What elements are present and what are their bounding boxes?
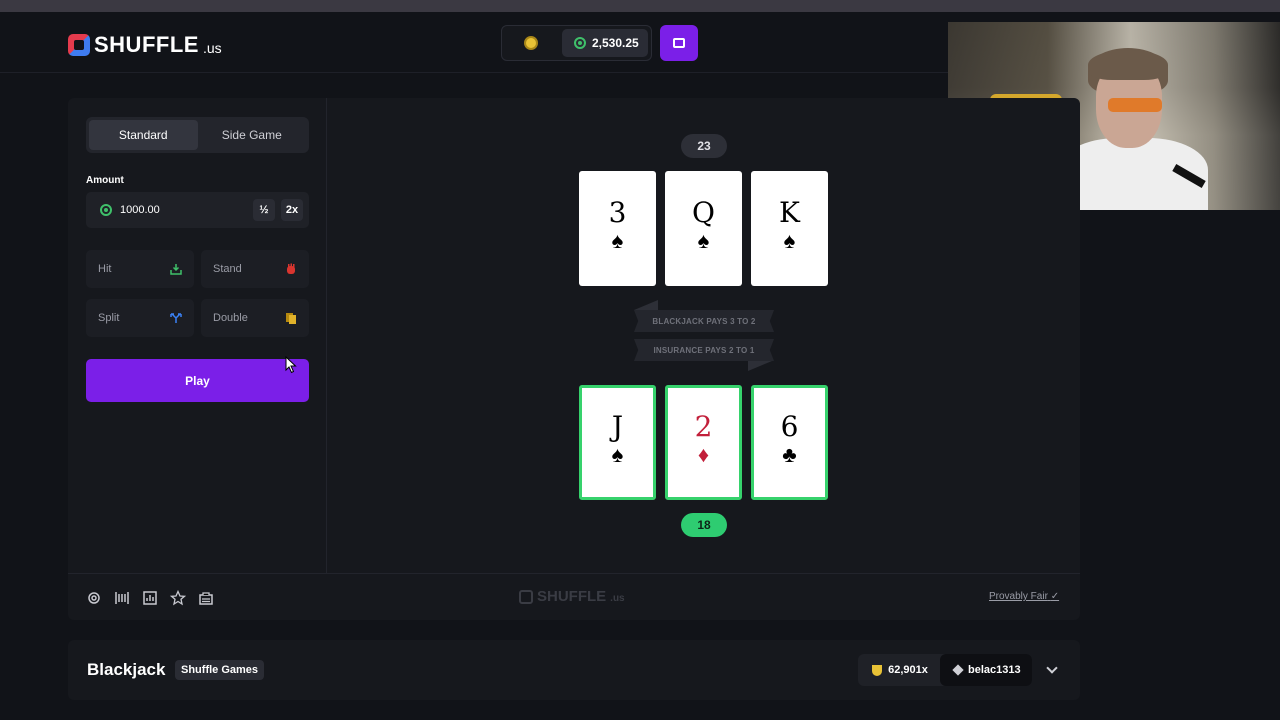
blackjack-pays-banner: BLACKJACK PAYS 3 TO 2	[634, 310, 774, 332]
banner-flag	[634, 300, 658, 310]
provably-fair-link[interactable]: Provably Fair ✓	[989, 591, 1059, 602]
game-toolbar: SHUFFLE .us Provably Fair ✓	[68, 573, 1080, 620]
hotkeys-icon[interactable]	[198, 590, 214, 606]
player-card: 6 ♣	[751, 385, 828, 500]
card-rank: J	[611, 410, 624, 443]
amount-field[interactable]: 1000.00 ½ 2x	[86, 192, 309, 228]
split-icon	[170, 313, 182, 323]
diamond-rank-icon	[952, 664, 964, 676]
player-card: 2 ♦	[665, 385, 742, 500]
footer-logo-text: SHUFFLE	[537, 588, 607, 605]
logo-suffix: .us	[202, 40, 222, 56]
blackjack-table: 23 3 ♠ Q ♠ K ♠ BLACKJACK PAYS 3 TO 2 INS…	[328, 98, 1080, 573]
green-coin-icon	[574, 37, 586, 49]
double-button[interactable]: Double	[201, 299, 309, 337]
card-rank: 2	[694, 410, 713, 443]
card-rank: 6	[780, 410, 799, 443]
chevron-down-icon[interactable]	[1046, 662, 1058, 674]
shuffle-logo-icon	[68, 34, 90, 56]
dealer-card: 3 ♠	[579, 171, 656, 286]
hit-icon	[170, 264, 182, 275]
provably-fair-label: Provably Fair	[989, 591, 1048, 602]
dealer-score: 23	[681, 134, 727, 158]
club-icon: ♣	[782, 442, 797, 467]
record-username: belac1313	[968, 664, 1021, 676]
banner-flag	[748, 361, 772, 371]
hit-label: Hit	[98, 263, 112, 275]
double-bet-button[interactable]: 2x	[281, 199, 303, 221]
settings-gear-icon[interactable]	[86, 590, 102, 606]
player-card: J ♠	[579, 385, 656, 500]
mode-tabs: Standard Side Game	[86, 117, 309, 153]
card-rank: Q	[692, 196, 715, 229]
spade-icon: ♠	[611, 442, 624, 467]
multiplier-value: 62,901x	[888, 664, 928, 676]
theatre-mode-icon[interactable]	[114, 590, 130, 606]
footer-logo-suffix: .us	[610, 592, 625, 604]
shuffle-logo-icon	[519, 589, 533, 604]
stats-chart-icon[interactable]	[142, 590, 158, 606]
balance-value: 2,530.25	[592, 36, 639, 50]
player-score: 18	[681, 513, 727, 537]
shuffle-logo[interactable]: SHUFFLE .us	[68, 32, 222, 58]
logo-text: SHUFFLE	[94, 32, 199, 57]
tab-side-game[interactable]: Side Game	[198, 120, 307, 150]
split-label: Split	[98, 312, 120, 324]
game-panel: Standard Side Game Amount 1000.00 ½ 2x H…	[68, 98, 1080, 620]
stand-label: Stand	[213, 263, 242, 275]
big-win-record[interactable]: 62,901x belac1313	[858, 654, 1032, 686]
game-info-bar: Blackjack Shuffle Games 62,901x belac131…	[68, 640, 1080, 700]
amount-value[interactable]: 1000.00	[120, 204, 253, 216]
bet-sidebar: Standard Side Game Amount 1000.00 ½ 2x H…	[68, 98, 327, 573]
spade-icon: ♠	[611, 228, 624, 253]
card-rank: K	[779, 196, 800, 229]
balance-display[interactable]: 2,530.25	[562, 29, 648, 57]
double-label: Double	[213, 312, 248, 324]
play-button[interactable]: Play	[86, 359, 309, 402]
dealer-card: Q ♠	[665, 171, 742, 286]
insurance-pays-banner: INSURANCE PAYS 2 TO 1	[634, 339, 774, 361]
diamond-icon: ♦	[697, 442, 710, 467]
spade-icon: ♠	[783, 228, 796, 253]
split-button[interactable]: Split	[86, 299, 194, 337]
tab-standard[interactable]: Standard	[89, 120, 198, 150]
wallet-icon	[673, 38, 685, 48]
stand-button[interactable]: Stand	[201, 250, 309, 288]
favorite-star-icon[interactable]	[170, 590, 186, 606]
record-user[interactable]: belac1313	[940, 654, 1032, 686]
spade-icon: ♠	[697, 228, 710, 253]
dealer-card: K ♠	[751, 171, 828, 286]
wallet-button[interactable]	[660, 25, 698, 61]
record-multiplier: 62,901x	[858, 654, 942, 686]
footer-logo: SHUFFLE .us	[519, 588, 625, 605]
trophy-icon	[872, 664, 883, 676]
double-cards-icon	[286, 313, 296, 324]
hand-icon	[287, 263, 295, 274]
card-rank: 3	[608, 196, 627, 229]
green-coin-icon	[100, 204, 112, 216]
hit-button[interactable]: Hit	[86, 250, 194, 288]
half-bet-button[interactable]: ½	[253, 199, 275, 221]
check-icon: ✓	[1050, 591, 1060, 602]
provider-badge[interactable]: Shuffle Games	[175, 660, 265, 680]
currency-coin-icon[interactable]	[524, 36, 538, 50]
amount-label: Amount	[86, 175, 124, 186]
top-strip	[0, 0, 1280, 12]
game-title: Blackjack	[87, 660, 166, 679]
wallet-widget: 2,530.25	[501, 25, 652, 61]
